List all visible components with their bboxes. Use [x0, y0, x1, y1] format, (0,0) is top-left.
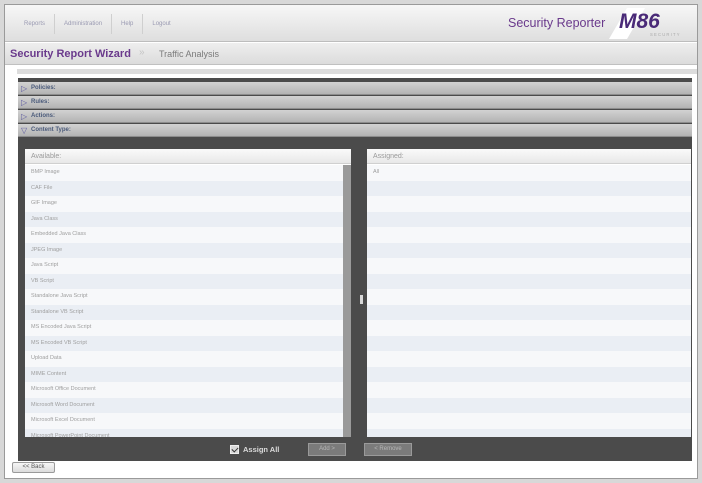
- accordion-label: Policies:: [31, 85, 56, 91]
- list-item: [367, 273, 691, 289]
- list-item: [367, 366, 691, 382]
- accordion-label: Content Type:: [31, 127, 71, 133]
- available-list[interactable]: Available: BMP Image CAF File GIF Image …: [25, 149, 351, 437]
- list-item[interactable]: MS Encoded VB Script: [25, 335, 343, 351]
- list-item[interactable]: VB Script: [25, 273, 343, 289]
- list-item[interactable]: Java Script: [25, 258, 343, 274]
- nav-help[interactable]: Help: [112, 14, 144, 34]
- breadcrumb-separator: »: [139, 47, 145, 58]
- list-item[interactable]: MIME Content: [25, 366, 343, 382]
- list-item[interactable]: Standalone VB Script: [25, 304, 343, 320]
- list-item: [367, 289, 691, 305]
- list-item: [367, 242, 691, 258]
- add-button[interactable]: Add >: [308, 443, 346, 456]
- divider-stripe: [17, 69, 697, 74]
- assign-all-label[interactable]: Assign All: [243, 445, 279, 454]
- assign-controls: Assign All Add > < Remove: [18, 439, 692, 459]
- list-item[interactable]: Microsoft PowerPoint Document: [25, 428, 343, 437]
- nav-administration[interactable]: Administration: [55, 14, 113, 34]
- list-item: [367, 320, 691, 336]
- list-item: [367, 258, 691, 274]
- available-rows: BMP Image CAF File GIF Image Java Class …: [25, 165, 343, 437]
- expand-triangle-icon: ▷: [21, 112, 28, 121]
- list-item[interactable]: Upload Data: [25, 351, 343, 367]
- splitter-grip-icon: [360, 295, 363, 304]
- list-item: [367, 428, 691, 437]
- accordion-actions[interactable]: ▷ Actions:: [18, 110, 692, 123]
- back-button[interactable]: << Back: [12, 462, 55, 473]
- top-bar: Reports Administration Help Logout Secur…: [5, 5, 697, 42]
- list-item[interactable]: GIF Image: [25, 196, 343, 212]
- accordion-label: Actions:: [31, 113, 55, 119]
- accordion-label: Rules:: [31, 99, 50, 105]
- accordion-policies[interactable]: ▷ Policies:: [18, 82, 692, 95]
- list-item[interactable]: BMP Image: [25, 165, 343, 181]
- list-item: [367, 180, 691, 196]
- list-item[interactable]: Embedded Java Class: [25, 227, 343, 243]
- assigned-list[interactable]: Assigned: All: [367, 149, 691, 437]
- assigned-header-label: Assigned:: [373, 153, 404, 160]
- breadcrumb: Security Report Wizard » Traffic Analysi…: [5, 43, 697, 65]
- available-header-label: Available:: [31, 153, 62, 160]
- assigned-rows: All: [367, 165, 691, 437]
- list-item: [367, 196, 691, 212]
- list-item[interactable]: Java Class: [25, 211, 343, 227]
- assign-all-checkbox[interactable]: [230, 445, 239, 454]
- list-item[interactable]: CAF File: [25, 180, 343, 196]
- logo-brand: M86: [619, 10, 660, 33]
- list-item: [367, 413, 691, 429]
- list-item: [367, 335, 691, 351]
- m86-logo-icon: M86 SECURITY: [609, 8, 681, 39]
- list-item: [367, 397, 691, 413]
- list-item[interactable]: JPEG Image: [25, 242, 343, 258]
- accordion-rules[interactable]: ▷ Rules:: [18, 96, 692, 109]
- assigned-header: Assigned:: [367, 149, 691, 164]
- logo-sub: SECURITY: [650, 32, 681, 37]
- list-item: [367, 351, 691, 367]
- collapse-triangle-icon: ▽: [21, 126, 28, 135]
- list-item[interactable]: MS Encoded Java Script: [25, 320, 343, 336]
- top-nav: Reports Administration Help Logout: [15, 14, 180, 34]
- list-item: [367, 227, 691, 243]
- expand-triangle-icon: ▷: [21, 98, 28, 107]
- breadcrumb-wizard[interactable]: Security Report Wizard: [10, 48, 131, 60]
- remove-button[interactable]: < Remove: [364, 443, 412, 456]
- available-scrollbar[interactable]: [343, 165, 351, 437]
- expand-triangle-icon: ▷: [21, 84, 28, 93]
- list-item[interactable]: All: [367, 165, 691, 181]
- list-item: [367, 382, 691, 398]
- list-item[interactable]: Microsoft Office Document: [25, 382, 343, 398]
- breadcrumb-traffic-analysis: Traffic Analysis: [159, 49, 220, 59]
- list-item[interactable]: Standalone Java Script: [25, 289, 343, 305]
- nav-reports[interactable]: Reports: [15, 14, 56, 34]
- accordion-content-type[interactable]: ▽ Content Type:: [18, 124, 692, 137]
- list-item: [367, 304, 691, 320]
- content-type-panel: ▷ Policies: ▷ Rules: ▷ Actions: ▽ Conten…: [18, 78, 692, 461]
- list-item[interactable]: Microsoft Excel Document: [25, 413, 343, 429]
- nav-logout[interactable]: Logout: [143, 14, 179, 34]
- app-title: Security Reporter: [508, 16, 606, 30]
- available-header: Available:: [25, 149, 351, 164]
- list-item: [367, 211, 691, 227]
- list-item[interactable]: Microsoft Word Document: [25, 397, 343, 413]
